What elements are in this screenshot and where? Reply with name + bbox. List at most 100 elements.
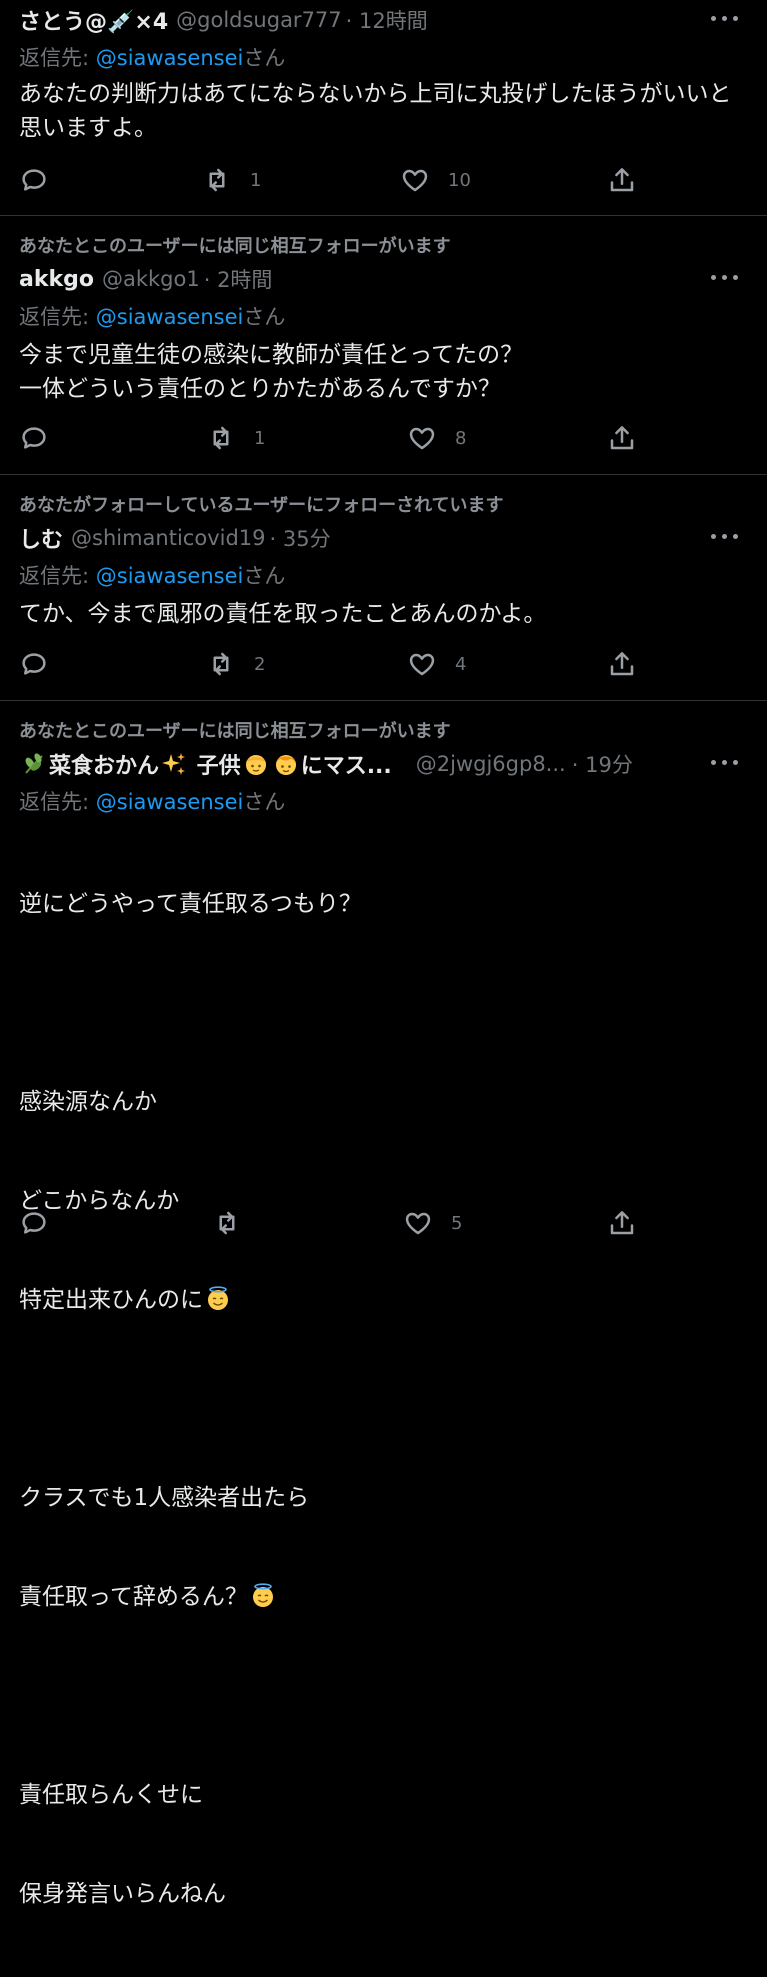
like-count: 8	[455, 427, 467, 449]
share-upload-icon	[610, 426, 634, 450]
herb-emoji-icon	[25, 753, 43, 774]
more-dots-icon[interactable]	[711, 274, 739, 282]
reply-to-label: 返信先:	[19, 46, 96, 70]
more-dots-icon[interactable]	[711, 15, 739, 23]
author-handle[interactable]: @akkgo1	[102, 267, 200, 291]
reply-to: 返信先: @siawasenseiさん	[19, 301, 285, 331]
reply-bubble-icon	[22, 653, 46, 675]
like-count: 10	[448, 169, 471, 191]
reply-to-mention[interactable]: @siawasensei	[96, 305, 244, 329]
reply-to-mention[interactable]: @siawasensei	[96, 46, 244, 70]
author-handle[interactable]: @shimanticovid19	[71, 526, 266, 550]
retweet-button[interactable]: 1	[202, 163, 261, 197]
more-dots-icon[interactable]	[711, 759, 739, 767]
reply-to-label: 返信先:	[19, 564, 96, 588]
reply-bubble-icon	[22, 169, 46, 191]
tweet-text: 逆にどうやって責任取るつもり？ 感染源なんか どこからなんか 特定出来ひんのに …	[19, 822, 749, 1977]
retweet-icon	[213, 426, 229, 450]
retweet-icon	[213, 652, 229, 676]
like-button[interactable]: 8	[407, 421, 466, 455]
heart-icon	[409, 653, 435, 676]
reply-bubble-icon	[22, 1212, 46, 1234]
tweet-actions: 5	[0, 1206, 767, 1240]
retweet-button[interactable]: 1	[206, 421, 265, 455]
reply-button[interactable]	[19, 421, 49, 455]
reply-to-mention[interactable]: @siawasensei	[96, 790, 244, 814]
tweet[interactable]: あなたとこのユーザーには同じ相互フォローがいます 菜食おかん 子供 にマス... …	[0, 701, 767, 1907]
retweet-count: 1	[250, 169, 262, 191]
share-button[interactable]	[607, 163, 637, 197]
retweet-icon	[219, 1211, 235, 1235]
reply-to: 返信先: @siawasenseiさん	[19, 786, 285, 816]
author-name[interactable]: さとう@💉×4	[19, 4, 168, 36]
halo-smile-emoji-icon	[208, 1286, 228, 1310]
reply-button[interactable]	[19, 163, 49, 197]
reply-to-suffix: さん	[243, 305, 286, 329]
tweet-line: 保身発言いらんねん	[19, 1881, 226, 1907]
reply-button[interactable]	[19, 647, 49, 681]
author-name[interactable]: しむ	[19, 522, 63, 554]
tweet-actions: 2 4	[0, 647, 767, 681]
author-name-part: 菜食おかん	[49, 754, 160, 779]
reply-to-mention[interactable]: @siawasensei	[96, 564, 244, 588]
sparkles-emoji-icon	[162, 753, 186, 775]
tweet-header: さとう@💉×4 @goldsugar777 · 12時間	[19, 5, 747, 35]
tweet-line: 責任取らんくせに	[19, 1782, 203, 1808]
share-button[interactable]	[607, 647, 637, 681]
reply-to-label: 返信先:	[19, 790, 96, 814]
author-name[interactable]: akkgo	[19, 267, 94, 292]
like-button[interactable]: 4	[407, 647, 466, 681]
tweet[interactable]: さとう@💉×4 @goldsugar777 · 12時間 返信先: @siawa…	[0, 0, 767, 216]
share-upload-icon	[610, 1211, 634, 1235]
heart-icon	[402, 169, 428, 192]
tweet-header: しむ @shimanticovid19 · 35分	[19, 523, 747, 553]
like-button[interactable]: 10	[400, 163, 471, 197]
retweet-count: 1	[254, 427, 266, 449]
timestamp[interactable]: · 12時間	[346, 5, 428, 35]
like-count: 4	[455, 653, 467, 675]
share-button[interactable]	[607, 421, 637, 455]
social-context: あなたとこのユーザーには同じ相互フォローがいます	[19, 721, 451, 742]
reply-button[interactable]	[19, 1206, 49, 1240]
tweet-header: akkgo @akkgo1 · 2時間	[19, 264, 747, 294]
tweet[interactable]: あなたとこのユーザーには同じ相互フォローがいます akkgo @akkgo1 ·…	[0, 216, 767, 475]
heart-icon	[409, 427, 435, 450]
tweet-line: 感染源なんか	[19, 1089, 157, 1115]
tweet-text: てか、今まで風邪の責任を取ったことあんのかよ。	[19, 601, 547, 627]
author-name[interactable]: 菜食おかん 子供 にマス...	[19, 748, 392, 780]
reply-to-suffix: さん	[243, 790, 286, 814]
boy-emoji-icon	[245, 755, 266, 775]
tweet-actions: 1 10	[0, 163, 767, 197]
retweet-button[interactable]	[212, 1206, 242, 1240]
tweet-text: あなたの判断力はあてにならないから上司に丸投げしたほうがいいと思いますよ。	[19, 81, 732, 141]
tweet-line: 責任取って辞めるん？	[19, 1581, 749, 1614]
author-name-part: にマス...	[300, 754, 392, 779]
share-button[interactable]	[607, 1206, 637, 1240]
retweet-icon	[209, 168, 225, 192]
reply-to: 返信先: @siawasenseiさん	[19, 560, 285, 590]
tweet-line: クラスでも1人感染者出たら	[19, 1485, 310, 1511]
social-context: あなたとこのユーザーには同じ相互フォローがいます	[19, 236, 451, 257]
author-handle[interactable]: @2jwgj6gp8...	[416, 752, 568, 776]
social-context: あなたがフォローしているユーザーにフォローされています	[19, 495, 504, 516]
timestamp[interactable]: · 19分	[572, 749, 633, 779]
share-upload-icon	[610, 652, 634, 676]
reply-to-label: 返信先:	[19, 305, 96, 329]
child-emoji-icon	[275, 755, 296, 775]
like-button[interactable]: 5	[403, 1206, 462, 1240]
more-dots-icon[interactable]	[711, 533, 739, 541]
author-handle[interactable]: @goldsugar777	[176, 8, 342, 32]
reply-bubble-icon	[22, 427, 46, 449]
reply-to: 返信先: @siawasenseiさん	[19, 42, 285, 72]
timestamp[interactable]: · 2時間	[204, 264, 273, 294]
reply-to-suffix: さん	[243, 46, 286, 70]
tweet-actions: 1 8	[0, 421, 767, 455]
tweet[interactable]: あなたがフォローしているユーザーにフォローされています しむ @shimanti…	[0, 475, 767, 701]
tweet-text: 今まで児童生徒の感染に教師が責任とってたの？ 一体どういう責任のとりかたがあるん…	[19, 342, 524, 402]
timestamp[interactable]: · 35分	[270, 523, 331, 553]
retweet-button[interactable]: 2	[206, 647, 265, 681]
retweet-count: 2	[254, 653, 266, 675]
heart-icon	[405, 1212, 431, 1235]
author-name-part: 子供	[189, 754, 241, 779]
share-upload-icon	[610, 168, 634, 192]
